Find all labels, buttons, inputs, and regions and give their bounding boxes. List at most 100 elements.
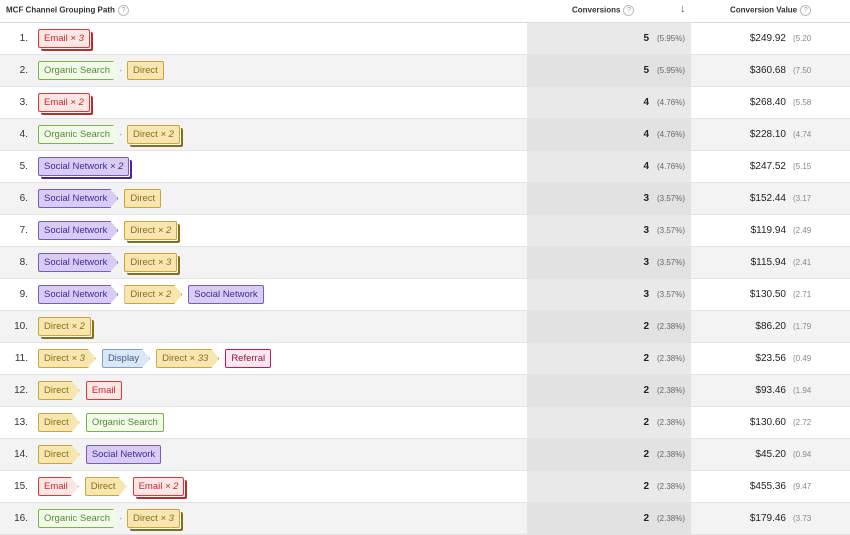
row-number: 13. (14, 417, 28, 428)
channel-multiplier: × 2 (71, 321, 85, 332)
conversions-value: 3 (643, 193, 649, 204)
conversion-value-percent: (9.47 (793, 482, 812, 491)
channel-chip-social: Social Network (38, 253, 118, 272)
channel-name: Direct (44, 353, 69, 364)
column-header-conversions-label: Conversions (572, 5, 621, 15)
conversion-value: $130.60 (749, 417, 786, 428)
table-row[interactable]: 5. Social Network × 2 4 (4.76%) $247.52 (5.15 (0, 151, 850, 183)
channel-name: Organic Search (44, 129, 111, 140)
channel-multiplier: × 2 (110, 161, 124, 172)
column-header-path[interactable]: MCF Channel Grouping Path? (6, 5, 129, 16)
table-row[interactable]: 9. Social Network Direct × 2 Social Network… (0, 279, 850, 311)
table-row[interactable]: 2. Organic Search Direct 5 (5.95%) $360.68 (7.… (0, 55, 850, 87)
column-header-conversion-value[interactable]: Conversion Value? (730, 5, 812, 16)
table-row[interactable]: 1. Email × 3 5 (5.95%) $249.92 (5.20 (0, 23, 850, 55)
conversions-percent: (4.76%) (657, 130, 686, 139)
mcf-paths-table: MCF Channel Grouping Path? Conversions? … (0, 0, 850, 535)
conversions-percent: (2.38%) (657, 514, 686, 523)
conversion-value-percent: (3.73 (793, 514, 812, 523)
table-row[interactable]: 12. Direct Email 2 (2.38%) $93.46 (1.94 (0, 375, 850, 407)
table-row[interactable]: 4. Organic Search Direct × 2 4 (4.76%) $228.1… (0, 119, 850, 151)
channel-name: Social Network (194, 289, 258, 300)
channel-chip-social: Social Network × 2 (38, 157, 130, 176)
help-icon[interactable]: ? (623, 5, 635, 16)
help-icon[interactable]: ? (800, 5, 812, 16)
conversions-cell: 5 (5.95%) (527, 55, 691, 86)
help-icon[interactable]: ? (117, 5, 129, 16)
conversions-value: 5 (643, 65, 649, 76)
conversion-value: $247.52 (749, 161, 786, 172)
conversion-value-percent: (5.15 (793, 162, 812, 171)
conversions-value: 4 (643, 97, 649, 108)
conversion-value-percent: (4.74 (793, 130, 812, 139)
channel-name: Direct (44, 385, 69, 396)
channel-chip-direct: Direct × 2 (124, 221, 178, 240)
table-row[interactable]: 3. Email × 2 4 (4.76%) $268.40 (5.58 (0, 87, 850, 119)
table-row[interactable]: 6. Social Network Direct 3 (3.57%) $152.44 (3.… (0, 183, 850, 215)
table-row[interactable]: 13. Direct Organic Search 2 (2.38%) $130.60 (2… (0, 407, 850, 439)
channel-name: Social Network (44, 257, 108, 268)
channel-name: Display (107, 353, 140, 364)
channel-multiplier: × 3 (70, 33, 84, 44)
channel-multiplier: × 2 (70, 97, 84, 108)
conversion-value: $268.40 (749, 97, 786, 108)
column-header-conversions[interactable]: Conversions? (572, 5, 635, 16)
channel-chip-direct: Direct × 2 (127, 125, 180, 144)
conversion-value: $119.94 (750, 225, 786, 236)
channel-name: Direct (130, 257, 156, 268)
conversion-value-percent: (2.71 (793, 290, 812, 299)
channel-chip-direct: Direct × 2 (124, 285, 182, 304)
channel-path: Organic Search Direct × 2 (38, 119, 180, 150)
conversions-value: 2 (643, 481, 649, 492)
channel-chip-social: Social Network (38, 189, 118, 208)
row-number: 7. (19, 225, 28, 236)
table-row[interactable]: 16. Organic Search Direct × 3 2 (2.38%) $179.… (0, 503, 850, 535)
channel-name: Direct (162, 353, 187, 364)
table-row[interactable]: 7. Social Network Direct × 2 3 (3.57%) $119.9… (0, 215, 850, 247)
conversions-value: 5 (643, 33, 649, 44)
channel-chip-organic: Organic Search (38, 61, 121, 80)
conversions-cell: 4 (4.76%) (527, 119, 691, 150)
channel-name: Referral (231, 353, 266, 364)
conversions-cell: 2 (2.38%) (527, 407, 691, 438)
channel-chip-direct: Direct (38, 381, 80, 400)
column-header-path-label: MCF Channel Grouping Path (6, 5, 115, 15)
conversions-value: 3 (643, 257, 649, 268)
conversions-value: 3 (643, 289, 649, 300)
table-header: MCF Channel Grouping Path? Conversions? … (0, 0, 850, 23)
channel-chip-email: Email × 2 (38, 93, 90, 112)
conversion-value-percent: (1.94 (793, 386, 812, 395)
channel-name: Direct (133, 129, 158, 140)
conversion-value: $23.56 (755, 353, 786, 364)
row-number: 8. (19, 257, 28, 268)
conversions-cell: 2 (2.38%) (527, 311, 691, 342)
conversion-value-percent: (0.94 (793, 450, 812, 459)
channel-name: Organic Search (91, 417, 158, 428)
conversions-cell: 4 (4.76%) (527, 151, 691, 182)
channel-path: Direct × 2 (38, 311, 91, 342)
row-number: 6. (19, 193, 28, 204)
table-row[interactable]: 10. Direct × 2 2 (2.38%) $86.20 (1.79 (0, 311, 850, 343)
conversion-value-percent: (2.72 (793, 418, 812, 427)
channel-name: Social Network (44, 225, 108, 236)
row-number: 15. (14, 481, 28, 492)
table-row[interactable]: 8. Social Network Direct × 3 3 (3.57%) $115.9… (0, 247, 850, 279)
conversions-value: 4 (643, 161, 649, 172)
channel-chip-social: Social Network (38, 285, 118, 304)
channel-chip-direct: Direct × 3 (38, 349, 96, 368)
channel-name: Direct (130, 193, 156, 204)
conversions-percent: (2.38%) (657, 450, 686, 459)
table-row[interactable]: 15. Email Direct Email × 2 2 (2.38%) $455.36 (9… (0, 471, 850, 503)
conversions-cell: 3 (3.57%) (527, 183, 691, 214)
conversion-value-percent: (1.79 (793, 322, 812, 331)
channel-chip-referral: Referral (225, 349, 272, 368)
table-row[interactable]: 14. Direct Social Network 2 (2.38%) $45.20 (0.… (0, 439, 850, 471)
conversion-value-percent: (5.58 (793, 98, 812, 107)
sort-descending-icon[interactable]: ↓ (680, 3, 686, 15)
table-row[interactable]: 11. Direct × 3 Display Direct × 33 Referral 2… (0, 343, 850, 375)
channel-path: Organic Search Direct (38, 55, 164, 86)
conversion-value: $152.44 (749, 193, 786, 204)
conversions-percent: (3.57%) (657, 226, 686, 235)
conversions-percent: (3.57%) (657, 290, 686, 299)
channel-name: Social Network (44, 161, 108, 172)
